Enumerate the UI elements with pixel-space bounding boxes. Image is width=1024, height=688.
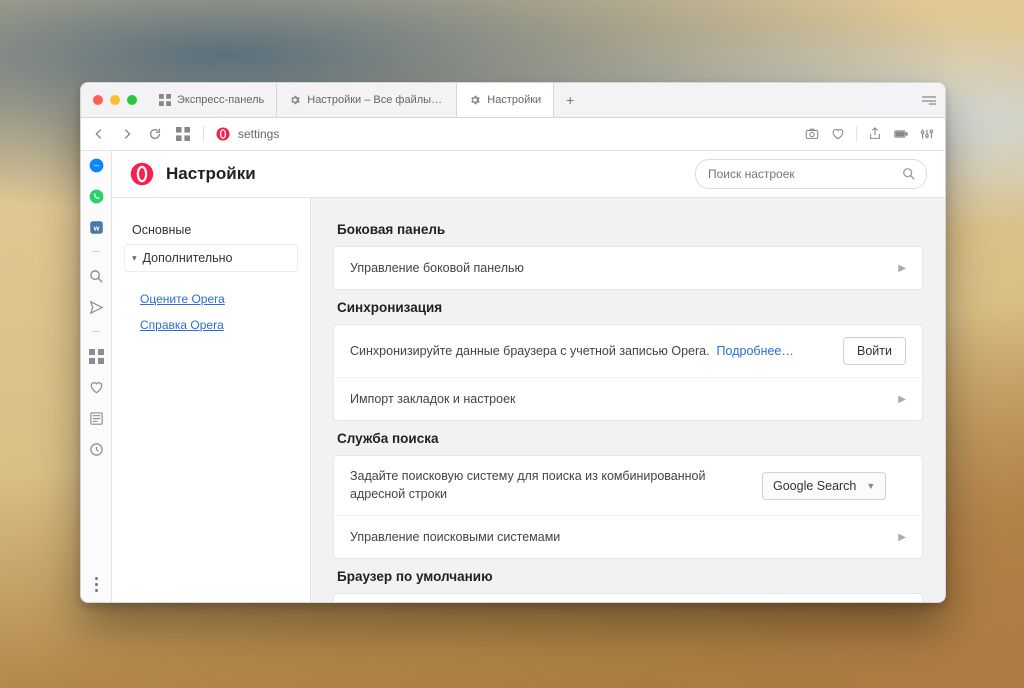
svg-text:w: w [92, 223, 99, 232]
gear-icon [469, 94, 481, 106]
close-window[interactable] [93, 95, 103, 105]
row-label: Задайте поисковую систему для поиска из … [350, 468, 750, 503]
card: Браузер по умолчанию [333, 593, 923, 602]
settings-nav: Основные Дополнительно Оцените Opera Спр… [112, 198, 311, 602]
nav-advanced[interactable]: Дополнительно [124, 244, 298, 272]
tab-label: Экспресс-панель [177, 94, 264, 106]
nav-basic[interactable]: Основные [124, 216, 298, 244]
card: Управление боковой панелью ▶ [333, 246, 923, 290]
settings-header: Настройки [112, 151, 945, 198]
vk-icon[interactable]: w [88, 219, 104, 235]
section-sync: Синхронизация Синхронизируйте данные бра… [333, 300, 923, 421]
mac-traffic-lights [81, 95, 147, 105]
chevron-right-icon: ▶ [898, 394, 906, 405]
browser-content: w Настройки [81, 151, 945, 602]
gear-icon [289, 94, 301, 106]
section-search-engine: Служба поиска Задайте поисковую систему … [333, 431, 923, 559]
row-sidebar-manage[interactable]: Управление боковой панелью ▶ [334, 247, 922, 289]
whatsapp-icon[interactable] [88, 188, 104, 204]
tab-label: Настройки [487, 94, 541, 106]
heart-icon[interactable] [830, 126, 846, 142]
tab-strip: Экспресс-панель Настройки – Все файлы co… [81, 83, 945, 118]
row-label: Управление боковой панелью [350, 261, 886, 275]
row-label: Синхронизируйте данные браузера с учетно… [350, 344, 831, 358]
speed-dial-icon[interactable] [175, 126, 191, 142]
settings-content: Боковая панель Управление боковой панель… [311, 198, 945, 602]
battery-icon[interactable] [893, 126, 909, 142]
row-search-manage[interactable]: Управление поисковыми системами ▶ [334, 515, 922, 558]
chevron-down-icon: ▼ [866, 481, 875, 491]
row-label: Импорт закладок и настроек [350, 392, 886, 406]
address-bar: settings [81, 118, 945, 151]
section-sidebar: Боковая панель Управление боковой панель… [333, 222, 923, 290]
search-icon [902, 167, 916, 181]
speed-dial-icon[interactable] [88, 348, 104, 364]
more-icon[interactable] [95, 577, 98, 592]
minimize-window[interactable] [110, 95, 120, 105]
select-value: Google Search [773, 479, 856, 493]
tab-settings[interactable]: Настройки [457, 83, 554, 117]
news-icon[interactable] [88, 410, 104, 426]
new-tab-button[interactable]: + [554, 83, 586, 117]
link-rate-opera[interactable]: Оцените Opera [124, 286, 298, 312]
heart-icon[interactable] [88, 379, 104, 395]
divider [92, 331, 100, 332]
reload-button[interactable] [147, 126, 163, 142]
tab-speed-dial[interactable]: Экспресс-панель [147, 83, 277, 117]
card: Синхронизируйте данные браузера с учетно… [333, 324, 923, 421]
tab-label: Настройки – Все файлы co [307, 94, 444, 106]
opera-icon [216, 127, 230, 141]
address-bar-actions [804, 126, 935, 142]
share-icon[interactable] [867, 126, 883, 142]
section-title: Браузер по умолчанию [337, 569, 919, 584]
row-sync-login: Синхронизируйте данные браузера с учетно… [334, 325, 922, 377]
tab-menu-button[interactable] [913, 83, 945, 117]
divider [92, 251, 100, 252]
chevron-right-icon: ▶ [898, 263, 906, 274]
chevron-right-icon: ▶ [898, 532, 906, 543]
url-text: settings [238, 127, 279, 141]
search-engine-select[interactable]: Google Search ▼ [762, 472, 886, 500]
opera-logo-icon [130, 162, 154, 186]
learn-more-link[interactable]: Подробнее… [717, 344, 794, 358]
sidebar-iconbar: w [81, 151, 112, 602]
maximize-window[interactable] [127, 95, 137, 105]
flow-icon[interactable] [88, 299, 104, 315]
section-title: Служба поиска [337, 431, 919, 446]
tab-settings-files[interactable]: Настройки – Все файлы co [277, 83, 457, 117]
row-label: Управление поисковыми системами [350, 530, 886, 544]
row-search-default: Задайте поисковую систему для поиска из … [334, 456, 922, 515]
settings-search[interactable] [695, 159, 927, 189]
back-button[interactable] [91, 126, 107, 142]
snapshot-icon[interactable] [804, 126, 820, 142]
browser-window: Экспресс-панель Настройки – Все файлы co… [80, 82, 946, 603]
card: Задайте поисковую систему для поиска из … [333, 455, 923, 559]
settings-main: Основные Дополнительно Оцените Opera Спр… [112, 198, 945, 602]
link-help-opera[interactable]: Справка Opera [124, 312, 298, 338]
section-title: Боковая панель [337, 222, 919, 237]
page-title: Настройки [166, 164, 256, 184]
history-icon[interactable] [88, 441, 104, 457]
speed-dial-icon [159, 94, 171, 106]
forward-button[interactable] [119, 126, 135, 142]
search-icon[interactable] [88, 268, 104, 284]
row-default-browser[interactable]: Браузер по умолчанию [334, 594, 922, 602]
url-field[interactable]: settings [216, 127, 792, 141]
sliders-icon[interactable] [919, 126, 935, 142]
row-sync-import[interactable]: Импорт закладок и настроек ▶ [334, 377, 922, 420]
settings-search-input[interactable] [706, 166, 902, 182]
section-default-browser: Браузер по умолчанию Браузер по умолчани… [333, 569, 923, 602]
login-button[interactable]: Войти [843, 337, 906, 365]
section-title: Синхронизация [337, 300, 919, 315]
messenger-icon[interactable] [88, 157, 104, 173]
